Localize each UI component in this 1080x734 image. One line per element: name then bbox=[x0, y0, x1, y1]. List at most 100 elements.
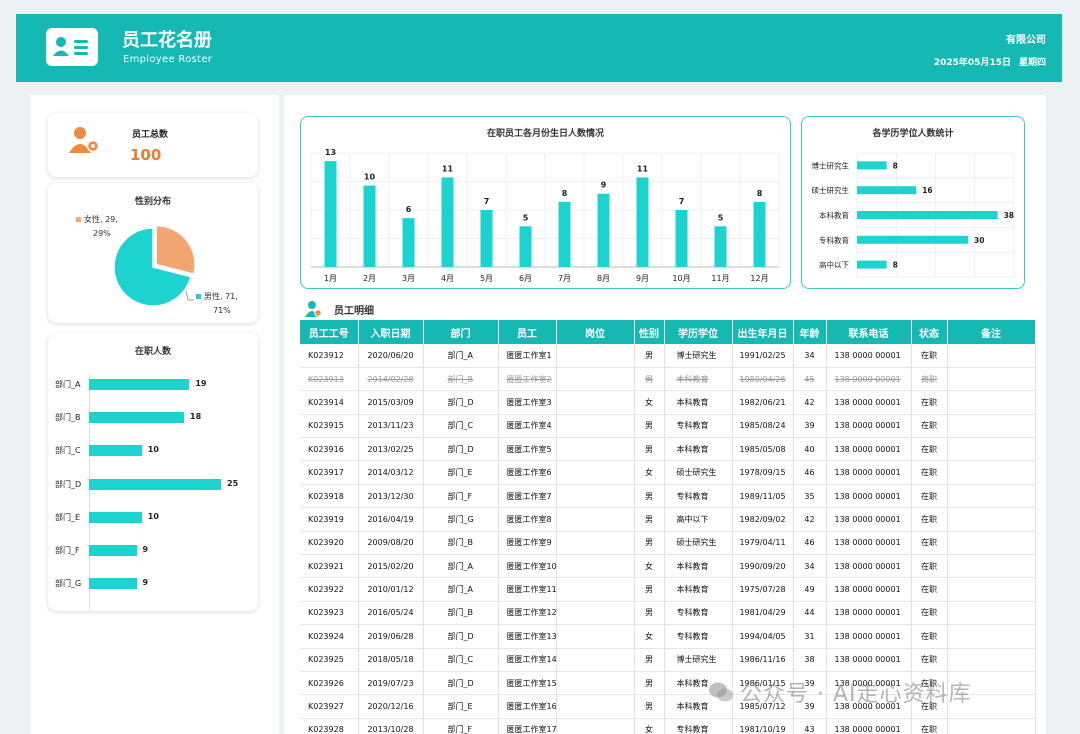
table-cell-id[interactable]: K023915 bbox=[300, 414, 359, 439]
table-cell-post[interactable] bbox=[556, 718, 635, 734]
table-cell-status[interactable]: 在职 bbox=[911, 624, 948, 649]
table-cell-note[interactable] bbox=[947, 577, 1036, 602]
table-cell-status[interactable]: 在职 bbox=[911, 554, 948, 579]
table-cell-name[interactable]: 匿匿工作室8 bbox=[498, 507, 557, 532]
table-cell-post[interactable] bbox=[556, 460, 635, 485]
table-cell-id[interactable]: K023925 bbox=[300, 648, 359, 672]
table-row[interactable]: K023925 2018/05/18 部门_C 匿匿工作室14 男博士研究生 1986/1… bbox=[300, 648, 1036, 672]
table-cell-post[interactable] bbox=[556, 507, 635, 532]
table-cell-note[interactable] bbox=[947, 390, 1036, 415]
table-cell-status[interactable]: 在职 bbox=[911, 460, 948, 485]
table-cell-sex[interactable]: 男 bbox=[634, 671, 665, 696]
table-cell-dept[interactable]: 部门_D bbox=[423, 624, 499, 649]
table-cell-edu[interactable]: 硕士研究生 bbox=[664, 460, 733, 485]
table-cell-phone[interactable]: 138 0000 00001 bbox=[826, 390, 912, 415]
table-cell-birth[interactable]: 1982/09/02 bbox=[732, 507, 794, 532]
table-cell-sex[interactable]: 男 bbox=[634, 484, 665, 509]
table-cell-name[interactable]: 匿匿工作室11 bbox=[498, 577, 557, 602]
table-cell-note[interactable] bbox=[947, 414, 1036, 439]
table-cell-sex[interactable]: 女 bbox=[634, 718, 665, 734]
table-cell-note[interactable] bbox=[947, 344, 1036, 368]
table-cell-phone[interactable]: 138 0000 00001 bbox=[826, 414, 912, 439]
table-cell-post[interactable] bbox=[556, 601, 635, 626]
table-cell-age[interactable]: 34 bbox=[793, 554, 827, 579]
table-cell-dept[interactable]: 部门_C bbox=[423, 414, 499, 439]
table-cell-date[interactable]: 2020/12/16 bbox=[358, 694, 424, 719]
table-cell-sex[interactable]: 女 bbox=[634, 390, 665, 415]
table-cell-status[interactable]: 在职 bbox=[911, 344, 948, 368]
table-cell-dept[interactable]: 部门_E bbox=[423, 694, 499, 719]
table-cell-birth[interactable]: 1981/04/29 bbox=[732, 601, 794, 626]
table-cell-id[interactable]: K023914 bbox=[300, 390, 359, 415]
table-cell-date[interactable]: 2019/07/23 bbox=[358, 671, 424, 696]
table-cell-name[interactable]: 匿匿工作室6 bbox=[498, 460, 557, 485]
table-cell-id[interactable]: K023926 bbox=[300, 671, 359, 696]
table-row[interactable]: K023916 2013/02/25 部门_D 匿匿工作室5 男本科教育 1985/05/… bbox=[300, 437, 1036, 462]
table-cell-sex[interactable]: 女 bbox=[634, 460, 665, 485]
table-cell-date[interactable]: 2014/02/28 bbox=[358, 367, 424, 392]
table-cell-phone[interactable]: 138 0000 00001 bbox=[826, 344, 912, 368]
table-cell-age[interactable]: 44 bbox=[793, 601, 827, 626]
table-row[interactable]: K023920 2009/08/20 部门_B 匿匿工作室9 男硕士研究生 1979/04… bbox=[300, 531, 1036, 556]
table-cell-status[interactable]: 离职 bbox=[911, 367, 948, 392]
table-cell-status[interactable]: 在职 bbox=[911, 601, 948, 626]
table-row[interactable]: K023914 2015/03/09 部门_D 匿匿工作室3 女本科教育 1982/06/… bbox=[300, 390, 1036, 415]
table-cell-edu[interactable]: 博士研究生 bbox=[664, 344, 733, 368]
table-cell-birth[interactable]: 1978/09/15 bbox=[732, 460, 794, 485]
table-cell-status[interactable]: 在职 bbox=[911, 437, 948, 462]
table-cell-sex[interactable]: 女 bbox=[634, 624, 665, 649]
column-header[interactable]: 联系电话 bbox=[826, 320, 912, 344]
table-cell-note[interactable] bbox=[947, 531, 1036, 556]
table-row[interactable]: K023913 2014/02/28 部门_B 匿匿工作室2 男本科教育 1980/04/… bbox=[300, 367, 1036, 392]
table-cell-birth[interactable]: 1981/10/19 bbox=[732, 718, 794, 734]
table-cell-age[interactable]: 35 bbox=[793, 484, 827, 509]
table-cell-dept[interactable]: 部门_C bbox=[423, 648, 499, 672]
table-cell-id[interactable]: K023916 bbox=[300, 437, 359, 462]
table-cell-edu[interactable]: 本科教育 bbox=[664, 390, 733, 415]
table-cell-name[interactable]: 匿匿工作室1 bbox=[498, 344, 557, 368]
table-cell-dept[interactable]: 部门_B bbox=[423, 367, 499, 392]
table-cell-dept[interactable]: 部门_G bbox=[423, 507, 499, 532]
table-cell-birth[interactable]: 1982/06/21 bbox=[732, 390, 794, 415]
table-cell-name[interactable]: 匿匿工作室3 bbox=[498, 390, 557, 415]
table-cell-phone[interactable]: 138 0000 00001 bbox=[826, 507, 912, 532]
table-cell-age[interactable]: 38 bbox=[793, 648, 827, 672]
table-cell-birth[interactable]: 1980/04/26 bbox=[732, 367, 794, 392]
column-header[interactable]: 学历学位 bbox=[664, 320, 733, 344]
table-cell-phone[interactable]: 138 0000 00001 bbox=[826, 460, 912, 485]
table-cell-edu[interactable]: 高中以下 bbox=[664, 507, 733, 532]
table-row[interactable]: K023923 2016/05/24 部门_B 匿匿工作室12 男专科教育 1981/04… bbox=[300, 601, 1036, 626]
table-cell-status[interactable]: 在职 bbox=[911, 484, 948, 509]
table-cell-name[interactable]: 匿匿工作室14 bbox=[498, 648, 557, 672]
table-cell-age[interactable]: 45 bbox=[793, 367, 827, 392]
table-cell-sex[interactable]: 女 bbox=[634, 554, 665, 579]
table-cell-name[interactable]: 匿匿工作室10 bbox=[498, 554, 557, 579]
column-header[interactable]: 岗位 bbox=[556, 320, 635, 344]
table-cell-id[interactable]: K023918 bbox=[300, 484, 359, 509]
table-cell-birth[interactable]: 1991/02/25 bbox=[732, 344, 794, 368]
table-cell-date[interactable]: 2016/04/19 bbox=[358, 507, 424, 532]
table-cell-date[interactable]: 2010/01/12 bbox=[358, 577, 424, 602]
table-cell-dept[interactable]: 部门_B bbox=[423, 601, 499, 626]
table-row[interactable]: K023922 2010/01/12 部门_A 匿匿工作室11 男本科教育 1975/07… bbox=[300, 577, 1036, 602]
table-cell-age[interactable]: 39 bbox=[793, 414, 827, 439]
table-cell-sex[interactable]: 男 bbox=[634, 648, 665, 672]
table-cell-date[interactable]: 2014/03/12 bbox=[358, 460, 424, 485]
table-cell-status[interactable]: 在职 bbox=[911, 577, 948, 602]
table-cell-note[interactable] bbox=[947, 648, 1036, 672]
table-cell-date[interactable]: 2013/10/28 bbox=[358, 718, 424, 734]
table-cell-name[interactable]: 匿匿工作室17 bbox=[498, 718, 557, 734]
column-header[interactable]: 年龄 bbox=[793, 320, 827, 344]
table-cell-dept[interactable]: 部门_B bbox=[423, 531, 499, 556]
table-cell-dept[interactable]: 部门_A bbox=[423, 554, 499, 579]
table-cell-post[interactable] bbox=[556, 694, 635, 719]
table-cell-age[interactable]: 49 bbox=[793, 577, 827, 602]
table-cell-dept[interactable]: 部门_D bbox=[423, 390, 499, 415]
table-cell-id[interactable]: K023921 bbox=[300, 554, 359, 579]
table-row[interactable]: K023928 2013/10/28 部门_F 匿匿工作室17 女专科教育 1981/10… bbox=[300, 718, 1036, 734]
table-cell-id[interactable]: K023917 bbox=[300, 460, 359, 485]
table-cell-phone[interactable]: 138 0000 00001 bbox=[826, 437, 912, 462]
table-cell-note[interactable] bbox=[947, 437, 1036, 462]
table-cell-post[interactable] bbox=[556, 577, 635, 602]
table-cell-note[interactable] bbox=[947, 718, 1036, 734]
